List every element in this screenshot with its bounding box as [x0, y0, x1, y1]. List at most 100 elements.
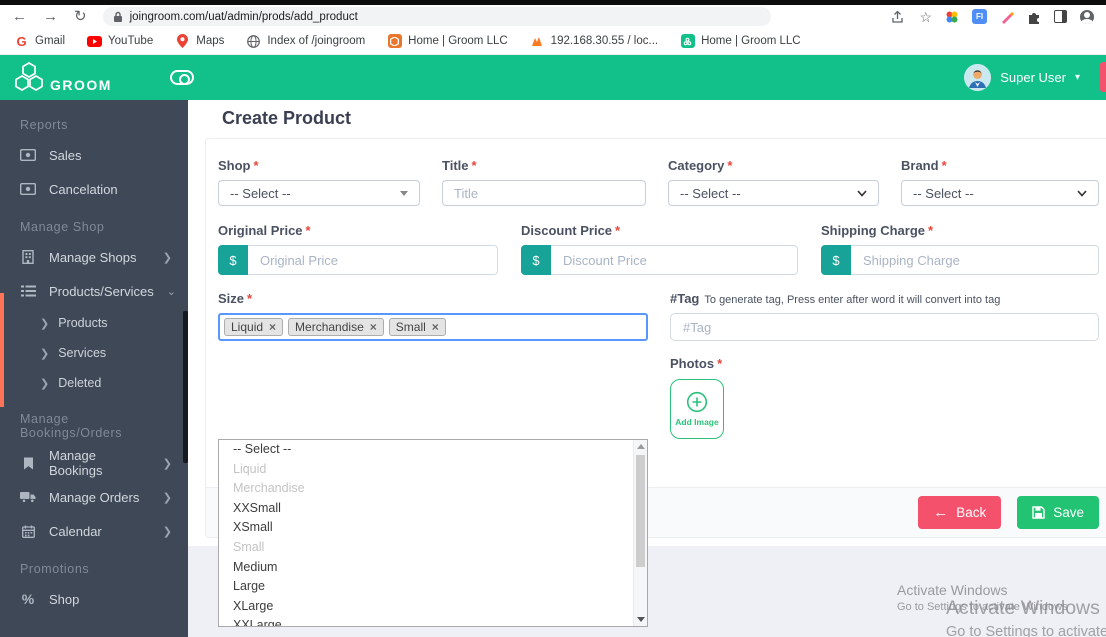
size-tag: Small ×	[388, 318, 446, 336]
percent-icon: %	[21, 591, 35, 607]
groom-logo-icon	[15, 62, 43, 91]
remove-tag-icon[interactable]: ×	[370, 321, 377, 333]
chevron-down-icon	[857, 189, 867, 197]
sidebar-toggle-icon[interactable]	[169, 70, 194, 85]
create-product-card: Shop* -- Select -- Title* Category*	[205, 138, 1106, 627]
brand-label: Brand	[901, 158, 939, 173]
building-icon	[20, 250, 36, 264]
orange-site-icon	[387, 34, 402, 49]
padlock-icon	[113, 11, 122, 22]
shop-select-value: -- Select --	[230, 185, 291, 201]
bookmark-gmail[interactable]: G Gmail	[14, 34, 65, 49]
scrollbar-thumb[interactable]	[636, 455, 645, 567]
size-option[interactable]: XXLarge	[219, 616, 647, 626]
shipping-charge-label: Shipping Charge	[821, 223, 925, 238]
add-image-button[interactable]: Add Image	[670, 379, 724, 439]
category-field: Category * -- Select --	[668, 158, 879, 206]
app-logo[interactable]: GROOM	[12, 62, 112, 93]
discount-price-input[interactable]	[551, 245, 798, 275]
extensions-puzzle-icon[interactable]	[1027, 10, 1041, 24]
sidebar-item-label: Products	[58, 316, 108, 330]
page-title: Create Product	[222, 108, 352, 128]
reload-icon[interactable]: ↻	[74, 9, 87, 24]
sidebar-item-manage-orders[interactable]: Manage Orders ❯	[0, 480, 188, 514]
remove-tag-icon[interactable]: ×	[269, 321, 276, 333]
calendar-icon	[20, 525, 36, 538]
dollar-prefix: $	[821, 245, 851, 275]
scroll-up-icon[interactable]	[637, 444, 645, 449]
bookmark-youtube[interactable]: YouTube	[87, 34, 153, 49]
forward-nav-icon[interactable]: →	[43, 9, 58, 24]
bookmarks-bar: G Gmail YouTube Maps Index of /joingroom…	[0, 28, 1106, 55]
browser-toolbar: ← → ↻ joingroom.com/uat/admin/prods/add_…	[0, 5, 1106, 28]
photos-extension-icon[interactable]	[945, 10, 959, 24]
scroll-down-icon[interactable]	[637, 617, 645, 622]
original-price-label: Original Price	[218, 223, 303, 238]
bookmark-label: 192.168.30.55 / loc...	[550, 35, 659, 47]
brand-select-value: -- Select --	[913, 185, 974, 201]
add-image-label: Add Image	[675, 417, 719, 427]
sidebar-item-sales[interactable]: Sales	[0, 138, 188, 172]
save-button[interactable]: Save	[1017, 496, 1099, 529]
sidebar-item-label: Shop	[49, 591, 80, 607]
shop-select[interactable]: -- Select --	[218, 180, 420, 206]
required-marker: *	[471, 158, 477, 173]
main-content: Activate Windows Go to Settings to activ…	[188, 100, 1106, 637]
bookmark-localhost[interactable]: 192.168.30.55 / loc...	[530, 34, 658, 49]
size-option: Liquid	[233, 461, 267, 476]
photos-label: Photos	[670, 356, 715, 371]
back-nav-icon[interactable]: ←	[12, 9, 27, 24]
required-marker: *	[941, 158, 947, 173]
sidebar-item-label: Services	[58, 346, 107, 360]
sidebar-item-manage-shops[interactable]: Manage Shops ❯	[0, 240, 188, 274]
original-price-input[interactable]	[248, 245, 498, 275]
back-button[interactable]: ← Back	[918, 496, 1002, 529]
dropdown-scrollbar[interactable]	[633, 440, 647, 626]
pen-extension-icon[interactable]	[1000, 10, 1014, 24]
size-option[interactable]: Large	[219, 577, 647, 597]
user-menu[interactable]: Super User ▾	[964, 64, 1080, 91]
size-option: Merchandise	[233, 481, 305, 496]
share-icon[interactable]	[891, 10, 906, 24]
size-option[interactable]: Medium	[219, 558, 647, 578]
size-label: Size	[218, 291, 245, 306]
bookmark-home-groom-1[interactable]: Home | Groom LLC	[387, 34, 508, 49]
bookmark-index-joingroom[interactable]: Index of /joingroom	[246, 34, 365, 49]
sidebar-section-promotions: Promotions	[20, 562, 90, 576]
browser-profile-icon[interactable]	[1080, 9, 1094, 24]
shipping-charge-input[interactable]	[851, 245, 1099, 275]
sidebar-item-products-services[interactable]: Products/Services ⌄	[0, 274, 188, 308]
sidebar-item-label: Manage Orders	[49, 489, 140, 505]
sidebar-item-calendar[interactable]: Calendar ❯	[0, 514, 188, 548]
size-option[interactable]: XSmall	[219, 518, 647, 538]
required-marker: *	[717, 356, 723, 371]
size-option[interactable]: XXSmall	[219, 499, 647, 519]
bookmark-maps[interactable]: Maps	[175, 34, 224, 49]
hashtag-input[interactable]	[670, 313, 1099, 341]
sidebar-item-shop[interactable]: % Shop	[0, 582, 188, 616]
dollar-prefix: $	[521, 245, 551, 275]
size-option[interactable]: XLarge	[219, 597, 647, 617]
remove-tag-icon[interactable]: ×	[432, 321, 439, 333]
sidebar-item-manage-bookings[interactable]: Manage Bookings ❯	[0, 446, 188, 480]
required-marker: *	[305, 223, 311, 238]
sidebar-item-label: Manage Bookings	[49, 448, 103, 478]
bookmark-star-icon[interactable]: ☆	[919, 10, 932, 24]
bookmark-label: Home | Groom LLC	[701, 35, 801, 47]
fi-extension-icon[interactable]: FI	[972, 9, 987, 24]
brand-select[interactable]: -- Select --	[901, 180, 1099, 206]
sidebar-subitem-deleted[interactable]: ❯ Deleted	[0, 368, 188, 398]
bookmark-home-groom-2[interactable]: Home | Groom LLC	[680, 34, 801, 49]
shipping-charge-field: Shipping Charge * $	[821, 223, 1099, 275]
size-multiselect[interactable]: Liquid × Merchandise × Small ×	[218, 313, 648, 341]
address-bar[interactable]: joingroom.com/uat/admin/prods/add_produc…	[102, 7, 771, 26]
side-panel-icon[interactable]	[1054, 10, 1067, 23]
size-field: Size * Liquid × Merchandise × Small × -- Sel…	[218, 291, 648, 627]
category-select-value: -- Select --	[680, 185, 741, 201]
sidebar-item-cancelation[interactable]: Cancelation	[0, 172, 188, 206]
size-option[interactable]: -- Select --	[219, 440, 647, 460]
sidebar-subitem-products[interactable]: ❯ Products	[0, 308, 188, 338]
title-input[interactable]	[442, 180, 646, 206]
category-select[interactable]: -- Select --	[668, 180, 879, 206]
sidebar-subitem-services[interactable]: ❯ Services	[0, 338, 188, 368]
